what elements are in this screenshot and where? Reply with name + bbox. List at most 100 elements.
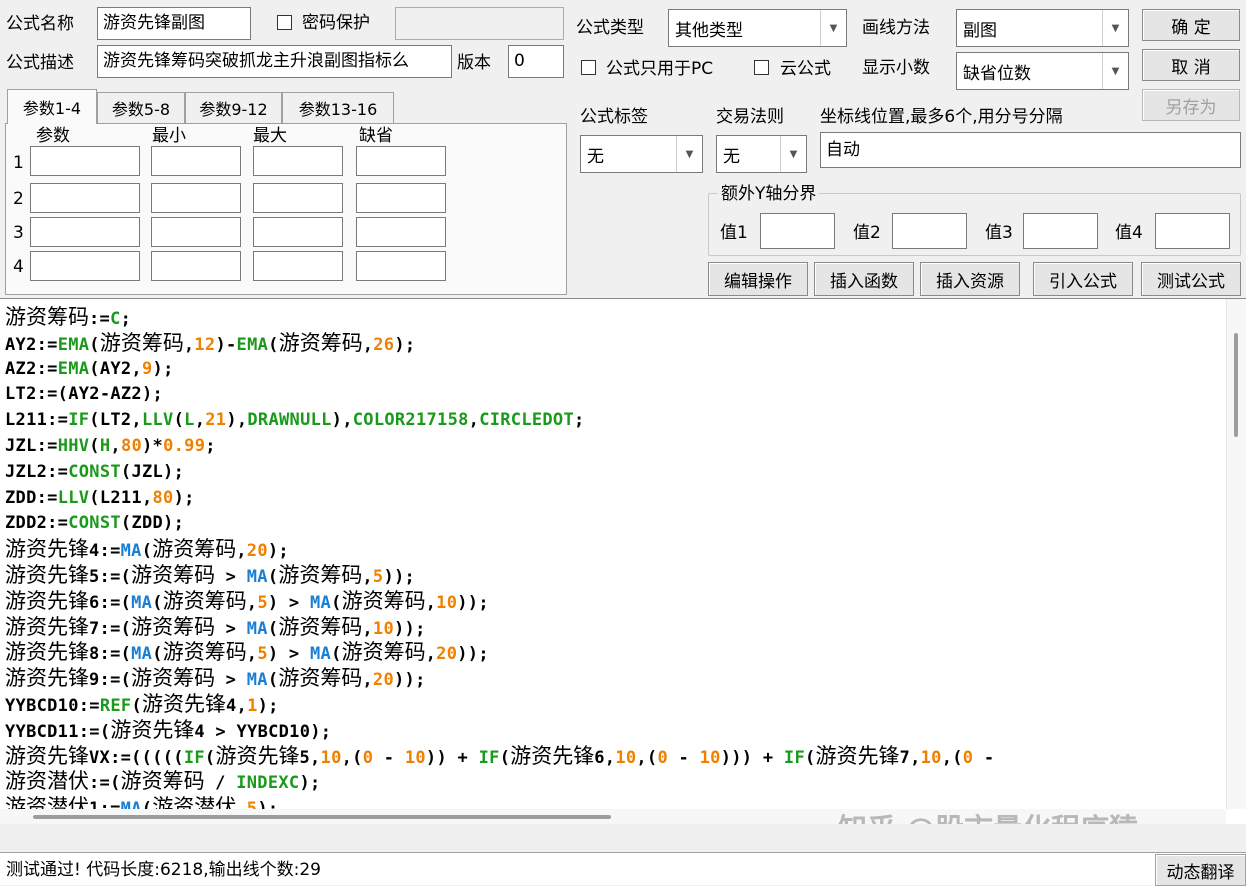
formula-name-input[interactable]: 游资先锋副图 <box>97 7 251 40</box>
code-token: LLV <box>57 487 90 508</box>
param-max-input[interactable] <box>253 251 343 281</box>
axis-position-input[interactable]: 自动 <box>820 132 1241 168</box>
code-line[interactable]: 游资先锋6:=(MA(游资筹码,5) > MA(游资筹码,10)); <box>5 588 489 614</box>
code-token: ); <box>257 696 279 716</box>
formula-tag-select[interactable]: 无 ▼ <box>580 135 703 173</box>
confirm-button[interactable]: 确 定 <box>1142 9 1240 41</box>
code-token: MA <box>131 592 153 613</box>
param-max-input[interactable] <box>253 183 343 213</box>
draw-method-select[interactable]: 副图 ▼ <box>956 9 1129 47</box>
chevron-down-icon[interactable]: ▼ <box>780 136 806 172</box>
code-token: (游资筹码, <box>267 666 373 691</box>
code-line[interactable]: AY2:=EMA(游资筹码,12)-EMA(游资筹码,26); <box>5 330 415 356</box>
param-default-input[interactable] <box>356 183 446 213</box>
param-name-input[interactable] <box>30 183 140 213</box>
code-token: INDEXC <box>236 773 300 794</box>
code-line[interactable]: 游资先锋7:=(游资筹码 > MA(游资筹码,10)); <box>5 614 426 640</box>
save-as-button[interactable]: 另存为 <box>1142 89 1240 121</box>
param-max-input[interactable] <box>253 146 343 176</box>
param-min-input[interactable] <box>151 251 241 281</box>
code-token: ( <box>89 436 100 456</box>
code-token: (游资筹码, <box>331 640 437 665</box>
param-name-input[interactable] <box>30 217 140 247</box>
password-input[interactable] <box>395 7 564 40</box>
code-line[interactable]: JZL2:=CONST(JZL); <box>5 459 184 485</box>
code-line[interactable]: YYBCD10:=REF(游资先锋4,1); <box>5 691 279 717</box>
insert-resource-button[interactable]: 插入资源 <box>920 262 1020 296</box>
insert-function-button[interactable]: 插入函数 <box>814 262 914 296</box>
y-value-4-input[interactable] <box>1155 213 1230 249</box>
param-default-input[interactable] <box>356 217 446 247</box>
code-token: AY2:= <box>5 334 58 355</box>
code-token: ; <box>574 410 585 431</box>
code-token: (游资筹码, <box>152 588 258 613</box>
code-line[interactable]: 游资先锋8:=(MA(游资筹码,5) > MA(游资筹码,20)); <box>5 639 489 665</box>
decimals-select[interactable]: 缺省位数 ▼ <box>956 52 1129 90</box>
dynamic-translate-button[interactable]: 动态翻译 <box>1155 854 1246 886</box>
formula-type-select[interactable]: 其他类型 ▼ <box>668 9 847 47</box>
test-formula-button[interactable]: 测试公式 <box>1141 262 1241 296</box>
code-line[interactable]: AZ2:=EMA(AY2,9); <box>5 356 174 382</box>
y-value-1-input[interactable] <box>760 213 835 249</box>
param-name-input[interactable] <box>30 251 140 281</box>
param-default-input[interactable] <box>356 251 446 281</box>
version-input[interactable]: 0 <box>508 45 564 78</box>
param-min-input[interactable] <box>151 217 241 247</box>
trade-rule-select[interactable]: 无 ▼ <box>716 135 807 173</box>
y-value-3-label: 值3 <box>985 223 1013 243</box>
param-max-input[interactable] <box>253 217 343 247</box>
import-formula-button[interactable]: 引入公式 <box>1033 262 1133 296</box>
chevron-down-icon[interactable]: ▼ <box>1102 10 1128 46</box>
code-line[interactable]: JZL:=HHV(H,80)*0.99; <box>5 433 216 459</box>
code-line[interactable]: 游资筹码:=C; <box>5 304 131 330</box>
code-line[interactable]: 游资潜伏:=(游资筹码 / INDEXC); <box>5 768 321 794</box>
formula-type-label: 公式类型 <box>576 18 644 38</box>
tab-params-13-16[interactable]: 参数13-16 <box>282 92 394 123</box>
edit-operation-button[interactable]: 编辑操作 <box>708 262 808 296</box>
code-token: (游资筹码, <box>268 330 374 355</box>
tab-params-5-8[interactable]: 参数5-8 <box>97 92 185 123</box>
code-token: LT2:=(AY2-AZ2); <box>5 384 164 405</box>
horizontal-scroll-thumb[interactable] <box>33 815 611 819</box>
code-line[interactable]: 游资先锋9:=(游资筹码 > MA(游资筹码,20)); <box>5 665 426 691</box>
code-line[interactable]: LT2:=(AY2-AZ2); <box>5 381 163 407</box>
tab-params-9-12[interactable]: 参数9-12 <box>185 92 282 123</box>
code-line[interactable]: 游资先锋VX:=(((((IF(游资先锋5,10,(0 - 10)) + IF(… <box>5 743 994 769</box>
pc-only-checkbox[interactable] <box>581 60 596 75</box>
param-default-input[interactable] <box>356 146 446 176</box>
code-line[interactable]: 游资先锋4:=MA(游资筹码,20); <box>5 536 289 562</box>
vertical-scrollbar[interactable] <box>1226 299 1246 809</box>
y-value-3-input[interactable] <box>1023 213 1098 249</box>
cancel-button[interactable]: 取 消 <box>1142 49 1240 81</box>
code-token: IF <box>68 410 90 431</box>
param-name-input[interactable] <box>30 146 140 176</box>
code-token: CONST <box>68 461 121 482</box>
param-header-max: 最大 <box>253 126 287 146</box>
formula-type-value: 其他类型 <box>675 20 743 41</box>
param-min-input[interactable] <box>151 183 241 213</box>
code-editor[interactable]: 游资筹码:=C; AY2:=EMA(游资筹码,12)-EMA(游资筹码,26); A… <box>0 298 1246 824</box>
vertical-scroll-thumb[interactable] <box>1234 333 1238 437</box>
formula-desc-input[interactable]: 游资先锋筹码突破抓龙主升浪副图指标么 <box>97 45 452 78</box>
code-token: 20 <box>372 670 394 691</box>
code-token: 21 <box>205 410 227 431</box>
code-token: CIRCLEDOT <box>479 410 575 431</box>
chevron-down-icon[interactable]: ▼ <box>1102 53 1128 89</box>
code-token: (ZDD); <box>120 513 185 534</box>
code-token: ) > <box>267 644 310 665</box>
cloud-checkbox[interactable] <box>754 60 769 75</box>
y-value-2-input[interactable] <box>892 213 967 249</box>
code-token: EMA <box>57 358 90 379</box>
code-line[interactable]: 游资先锋5:=(游资筹码 > MA(游资筹码,5)); <box>5 562 415 588</box>
chevron-down-icon[interactable]: ▼ <box>820 10 846 46</box>
code-line[interactable]: L211:=IF(LT2,LLV(L,21),DRAWNULL),COLOR21… <box>5 407 585 433</box>
code-line[interactable]: YYBCD11:=(游资先锋4 > YYBCD10); <box>5 717 331 743</box>
password-checkbox[interactable] <box>277 15 292 30</box>
chevron-down-icon[interactable]: ▼ <box>676 136 702 172</box>
tab-params-1-4[interactable]: 参数1-4 <box>7 89 97 124</box>
code-token: (游资先锋4, <box>131 692 248 716</box>
code-line[interactable]: ZDD2:=CONST(ZDD); <box>5 510 184 536</box>
param-min-input[interactable] <box>151 146 241 176</box>
code-line[interactable]: ZDD:=LLV(L211,80); <box>5 485 195 511</box>
code-token: 0.99 <box>163 436 206 456</box>
